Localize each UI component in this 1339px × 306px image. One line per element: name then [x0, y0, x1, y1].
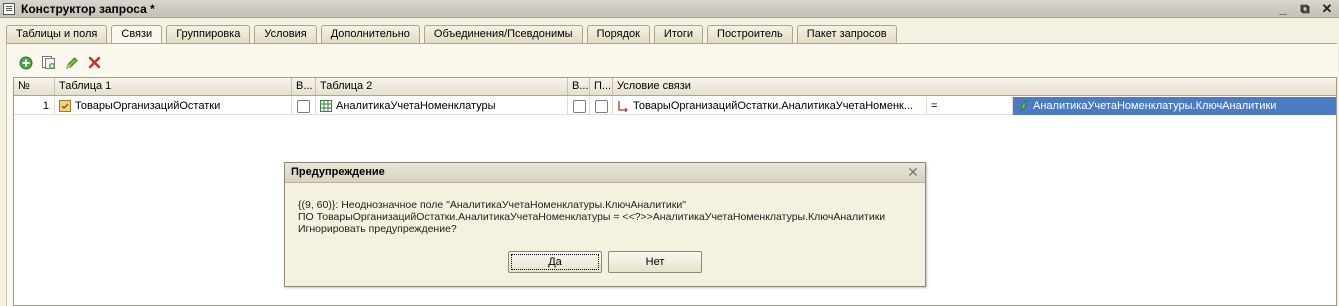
- catalog-table-icon: [320, 100, 332, 112]
- row-table1: ТоварыОрганизацийОстатки: [75, 100, 221, 112]
- dialog-close-icon[interactable]: ✕: [906, 165, 920, 179]
- tab-conditions[interactable]: Условия: [254, 25, 317, 43]
- row-arbitrary-cell: [590, 97, 613, 115]
- close-icon[interactable]: ✕: [1319, 1, 1335, 16]
- tab-builder[interactable]: Построитель: [707, 25, 793, 43]
- row-all1-cell: [292, 97, 316, 115]
- message-line-1: {(9, 60)}: Неоднозначное поле "Аналитика…: [298, 199, 686, 211]
- window-controls: _ ⧉ ✕: [1275, 1, 1335, 16]
- tab-tables-and-fields[interactable]: Таблицы и поля: [6, 25, 108, 43]
- tab-unions-aliases[interactable]: Объединения/Псевдонимы: [423, 25, 583, 43]
- yes-button[interactable]: Да: [508, 251, 602, 273]
- register-table-icon: [59, 100, 71, 112]
- copy-icon[interactable]: [40, 54, 57, 71]
- row-all2-cell: [568, 97, 590, 115]
- tab-advanced[interactable]: Дополнительно: [320, 25, 420, 43]
- col-table2[interactable]: Таблица 2: [316, 78, 568, 95]
- col-all2[interactable]: В...: [568, 78, 590, 95]
- warning-dialog: Предупреждение ✕ {(9, 60)}: Неоднозначно…: [284, 162, 926, 287]
- query-builder-icon: [3, 2, 15, 15]
- row-condition-right: АналитикаУчетаНоменклатуры.КлючАналитики: [1033, 100, 1277, 112]
- col-number[interactable]: №: [14, 78, 55, 95]
- dialog-title: Предупреждение: [291, 166, 385, 178]
- no-button[interactable]: Нет: [608, 251, 702, 273]
- add-icon[interactable]: [17, 54, 34, 71]
- dialog-titlebar: Предупреждение ✕: [285, 163, 925, 183]
- all-rows-checkbox-1[interactable]: [297, 99, 310, 113]
- edit-icon[interactable]: [63, 54, 80, 71]
- row-number: 1: [14, 97, 55, 115]
- row-table1-cell[interactable]: ТоварыОрганизацийОстатки: [55, 97, 292, 115]
- links-toolbar: [17, 54, 103, 71]
- tab-grouping[interactable]: Группировка: [166, 25, 251, 43]
- tab-bar: Таблицы и поля Связи Группировка Условия…: [6, 25, 897, 44]
- field-icon: [1017, 99, 1029, 113]
- row-condition-left: ТоварыОрганизацийОстатки.АналитикаУчетаН…: [633, 100, 914, 112]
- window-title: Конструктор запроса *: [21, 1, 155, 16]
- row-condition-right-cell[interactable]: АналитикаУчетаНоменклатуры.КлючАналитики: [1013, 97, 1336, 115]
- table-header: № Таблица 1 В... Таблица 2 В... П... Усл…: [14, 78, 1336, 96]
- minimize-icon[interactable]: _: [1275, 1, 1291, 16]
- dialog-message: {(9, 60)}: Неоднозначное поле "Аналитика…: [298, 199, 885, 235]
- window-titlebar: Конструктор запроса * _ ⧉ ✕: [0, 0, 1339, 18]
- table-row[interactable]: 1 ТоварыОрганизацийОстатки АналитикаУчет…: [14, 97, 1336, 115]
- tab-divider: [6, 43, 1337, 44]
- tab-order[interactable]: Порядок: [586, 25, 650, 43]
- tab-query-batch[interactable]: Пакет запросов: [796, 25, 897, 43]
- all-rows-checkbox-2[interactable]: [573, 99, 586, 113]
- row-condition-operator[interactable]: =: [927, 97, 1013, 115]
- col-arbitrary[interactable]: П...: [590, 78, 613, 95]
- row-condition-left-cell[interactable]: ТоварыОрганизацийОстатки.АналитикаУчетаН…: [613, 97, 927, 115]
- arbitrary-checkbox[interactable]: [595, 99, 608, 113]
- col-table1[interactable]: Таблица 1: [55, 78, 292, 95]
- restore-icon[interactable]: ⧉: [1297, 1, 1313, 16]
- tab-totals[interactable]: Итоги: [653, 25, 704, 43]
- col-all1[interactable]: В...: [292, 78, 316, 95]
- col-link-condition[interactable]: Условие связи: [613, 78, 1336, 95]
- row-table2-cell[interactable]: АналитикаУчетаНоменклатуры: [316, 97, 568, 115]
- message-line-3: Игнорировать предупреждение?: [298, 223, 457, 235]
- message-line-2: ПО ТоварыОрганизацийОстатки.АналитикаУче…: [298, 211, 886, 223]
- tab-links[interactable]: Связи: [111, 25, 163, 44]
- link-condition-icon: [617, 100, 629, 113]
- row-table2: АналитикаУчетаНоменклатуры: [336, 100, 496, 112]
- delete-icon[interactable]: [86, 54, 103, 71]
